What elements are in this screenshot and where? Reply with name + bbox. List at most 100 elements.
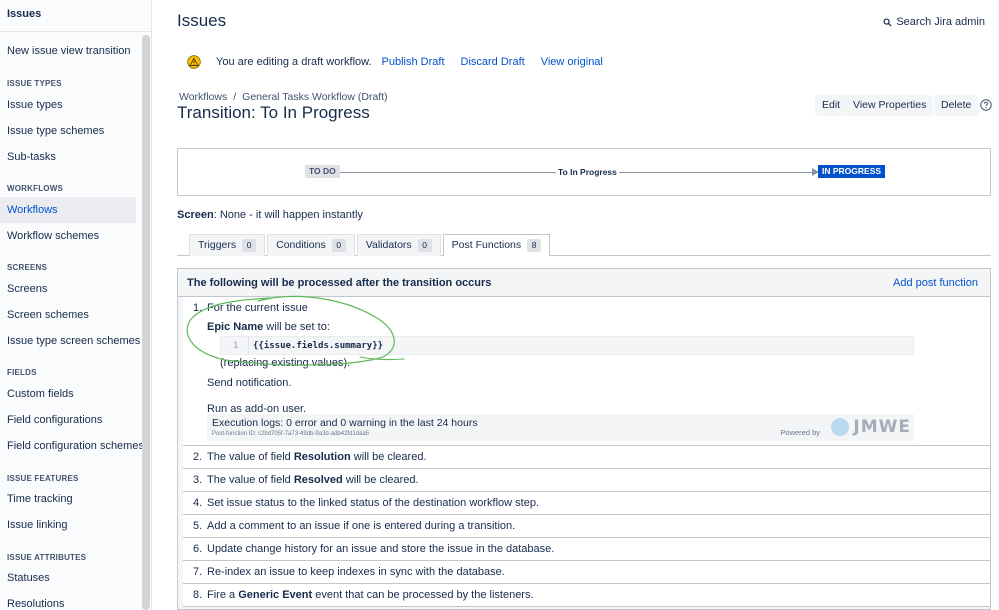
tab-post-functions[interactable]: Post Functions 8 xyxy=(442,234,551,256)
breadcrumb-workflows[interactable]: Workflows xyxy=(179,91,227,103)
code-line-number: 1 xyxy=(233,341,239,351)
field-name: Epic Name xyxy=(207,321,264,333)
execution-logs-text[interactable]: Execution logs: 0 error and 0 warning in… xyxy=(212,417,478,429)
row-text: Update change history for an issue and s… xyxy=(207,543,555,555)
tab-count: 0 xyxy=(331,239,346,252)
sidebar-item-issue-linking[interactable]: Issue linking xyxy=(0,512,136,538)
tab-validators[interactable]: Validators 0 xyxy=(356,234,441,256)
status-todo: TO DO xyxy=(305,165,340,178)
status-in-progress: IN PROGRESS xyxy=(818,165,886,178)
row-text-bold: Resolution xyxy=(293,451,351,463)
search-jira-admin-label: Search Jira admin xyxy=(896,16,985,28)
tab-label: Conditions xyxy=(276,239,326,251)
scope-text: For the current issue xyxy=(207,302,308,314)
row-text-bold: Generic Event xyxy=(238,589,313,601)
delete-button[interactable]: Delete xyxy=(934,95,979,116)
row-text-pre: The value of field xyxy=(207,451,294,463)
breadcrumb-separator: / xyxy=(233,91,237,103)
tab-count: 0 xyxy=(242,239,257,252)
row-text-bold: Resolved xyxy=(293,474,343,486)
help-icon[interactable] xyxy=(980,99,992,111)
sidebar-heading-issue-attributes: ISSUE ATTRIBUTES xyxy=(7,553,87,562)
sidebar-item-workflow-schemes[interactable]: Workflow schemes xyxy=(0,223,136,249)
sidebar: Issues New issue view transition ISSUE T… xyxy=(0,0,152,610)
row-number: 3. xyxy=(193,474,203,486)
sidebar-item-workflows[interactable]: Workflows xyxy=(0,197,136,223)
breadcrumb-current-workflow[interactable]: General Tasks Workflow (Draft) xyxy=(242,91,387,103)
code-text: {{issue.fields.summary}} xyxy=(253,341,384,351)
draft-banner: You are editing a draft workflow. Publis… xyxy=(187,54,619,70)
post-function-id: Post-function ID: c2bd705f-7a73-49db-9a3… xyxy=(212,431,370,437)
sidebar-item-resolutions[interactable]: Resolutions xyxy=(0,591,136,610)
sidebar-item-field-configurations[interactable]: Field configurations xyxy=(0,407,136,433)
tab-triggers[interactable]: Triggers 0 xyxy=(189,234,266,256)
sidebar-item-time-tracking[interactable]: Time tracking xyxy=(0,486,136,512)
row-text-pre: The value of field xyxy=(207,474,294,486)
sidebar-item-new-issue-view-transition[interactable]: New issue view transition xyxy=(0,38,136,64)
add-post-function-link[interactable]: Add post function xyxy=(893,269,978,297)
tab-label: Validators xyxy=(365,239,412,251)
sidebar-item-statuses[interactable]: Statuses xyxy=(0,565,136,591)
draft-message: You are editing a draft workflow. xyxy=(216,56,372,68)
sidebar-item-screens[interactable]: Screens xyxy=(0,276,136,302)
post-functions-header-text: The following will be processed after th… xyxy=(187,277,492,289)
discard-draft-link[interactable]: Discard Draft xyxy=(461,56,525,68)
set-to-text: will be set to: xyxy=(263,321,330,333)
sidebar-heading-issue-features: ISSUE FEATURES xyxy=(7,474,79,483)
sidebar-scrollbar[interactable] xyxy=(142,35,150,610)
jmwe-logo-text: JMWE xyxy=(853,417,911,437)
search-jira-admin-button[interactable]: Search Jira admin xyxy=(883,16,985,28)
row-number: 1. xyxy=(193,302,203,314)
notification-text: Send notification. xyxy=(207,377,292,389)
page-title: Issues xyxy=(177,11,227,30)
transition-title: Transition: To In Progress xyxy=(177,103,370,122)
row-number: 4. xyxy=(193,497,203,509)
row-number: 6. xyxy=(193,543,203,555)
sidebar-item-issue-types[interactable]: Issue types xyxy=(0,92,136,118)
row-text: Add a comment to an issue if one is ente… xyxy=(207,520,516,532)
row-number: 8. xyxy=(193,589,203,601)
row-text-post: will be cleared. xyxy=(350,451,427,463)
row-text: The value of field Resolution will be cl… xyxy=(207,451,981,463)
row-text: The value of field Resolved will be clea… xyxy=(207,474,981,486)
sidebar-item-sub-tasks[interactable]: Sub-tasks xyxy=(0,144,136,170)
jmwe-logo-icon xyxy=(831,418,850,436)
tab-conditions[interactable]: Conditions 0 xyxy=(267,234,355,256)
tab-count: 0 xyxy=(417,239,432,252)
execution-logs-box: Execution logs: 0 error and 0 warning in… xyxy=(207,414,914,441)
jmwe-logo: JMWE xyxy=(831,417,911,437)
transition-label: To In Progress xyxy=(556,167,619,177)
set-field-text: Epic Name will be set to: xyxy=(207,321,330,333)
row-text: Re-index an issue to keep indexes in syn… xyxy=(207,566,505,578)
row-number: 7. xyxy=(193,566,203,578)
post-function-row: 2. The value of field Resolution will be… xyxy=(183,446,990,469)
powered-by-text: Powered by xyxy=(780,428,820,437)
sidebar-heading-screens: SCREENS xyxy=(7,263,48,272)
post-function-row: 3. The value of field Resolved will be c… xyxy=(183,469,990,492)
search-icon xyxy=(883,17,892,27)
edit-button[interactable]: Edit xyxy=(815,95,848,116)
transition-diagram: TO DO To In Progress IN PROGRESS xyxy=(177,148,991,196)
post-functions-header: The following will be processed after th… xyxy=(178,269,990,297)
screen-value: : None - it will happen instantly xyxy=(213,209,363,221)
post-functions-panel: The following will be processed after th… xyxy=(177,268,991,610)
sidebar-item-field-configuration-schemes[interactable]: Field configuration schemes xyxy=(0,433,144,459)
sidebar-item-screen-schemes[interactable]: Screen schemes xyxy=(0,302,136,328)
sidebar-divider xyxy=(0,31,151,32)
row-text: Set issue status to the linked status of… xyxy=(207,497,540,509)
replacing-text: (replacing existing values). xyxy=(220,357,351,369)
row-text-pre: Fire a xyxy=(207,589,239,601)
view-original-link[interactable]: View original xyxy=(541,56,603,68)
publish-draft-link[interactable]: Publish Draft xyxy=(382,56,445,68)
screen-info: Screen: None - it will happen instantly xyxy=(177,209,363,221)
sidebar-item-custom-fields[interactable]: Custom fields xyxy=(0,381,136,407)
sidebar-item-issue-type-screen-schemes[interactable]: Issue type screen schemes xyxy=(0,328,140,354)
post-function-row: 1. For the current issue Epic Name will … xyxy=(183,297,990,446)
sidebar-item-issue-type-schemes[interactable]: Issue type schemes xyxy=(0,118,136,144)
post-function-row: 4. Set issue status to the linked status… xyxy=(183,492,990,515)
code-gutter xyxy=(248,337,249,354)
tab-label: Triggers xyxy=(198,239,237,251)
view-properties-button[interactable]: View Properties xyxy=(846,95,934,116)
row-number: 5. xyxy=(193,520,203,532)
code-block: 1 {{issue.fields.summary}} xyxy=(220,336,914,355)
